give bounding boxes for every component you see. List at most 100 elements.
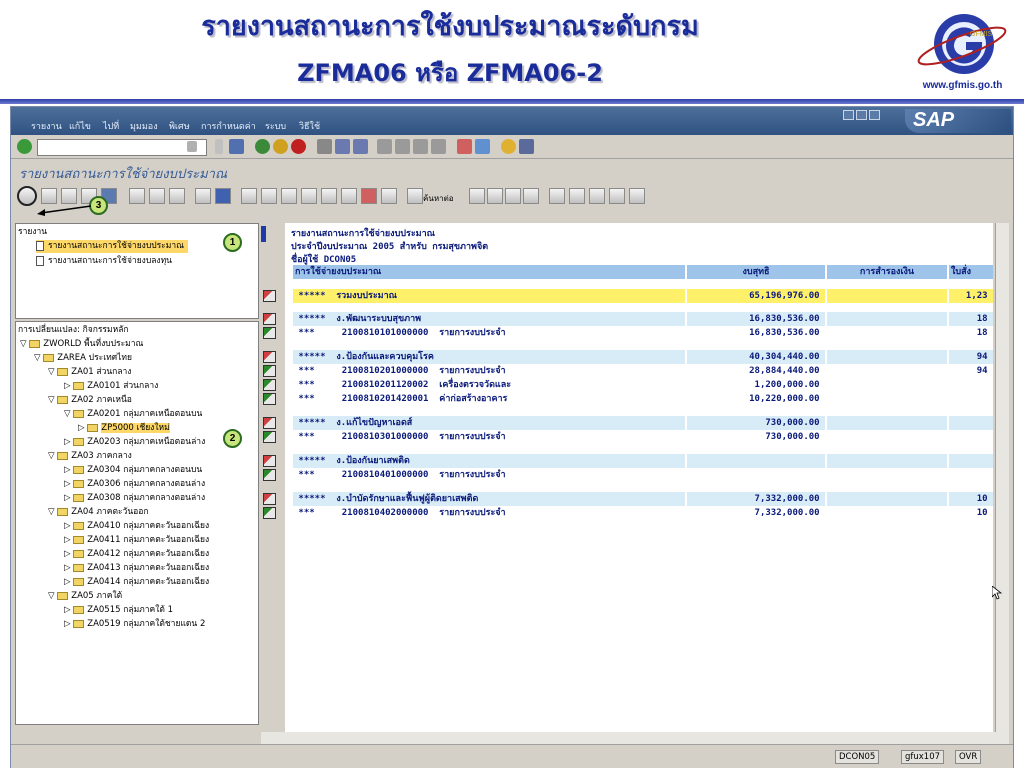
- menu-report[interactable]: รายงาน: [31, 119, 62, 133]
- menu-settings[interactable]: การกำหนดค่า: [201, 119, 256, 133]
- row-label[interactable]: *** 2100810201120002 เครื่องตรวจวัดและ: [293, 378, 685, 392]
- maximize-icon[interactable]: [856, 110, 867, 120]
- tree-node[interactable]: ▽ ZA04 ภาคตะวันออก: [48, 506, 149, 519]
- row-label[interactable]: *** 2100810201000000 รายการงบประจำ: [293, 364, 685, 378]
- graphic-icon[interactable]: [169, 188, 185, 204]
- back-arrow-icon[interactable]: [215, 139, 223, 154]
- tree-scrollbar[interactable]: [15, 729, 259, 741]
- first-page-icon[interactable]: [377, 139, 392, 154]
- node-expand-icon[interactable]: [629, 188, 645, 204]
- tree-icon[interactable]: [589, 188, 605, 204]
- shortcut-icon[interactable]: [475, 139, 490, 154]
- tree-node[interactable]: ▽ ZA03 ภาคกลาง: [48, 450, 132, 463]
- history-icon[interactable]: [187, 141, 197, 152]
- tree-node[interactable]: ▷ ZA0519 กลุ่มภาคใต้ชายแดน 2: [64, 618, 205, 631]
- drilldown-group-icon[interactable]: [263, 417, 276, 429]
- hierarchy-icon[interactable]: [549, 188, 565, 204]
- drilldown-item-icon[interactable]: [263, 327, 276, 339]
- details-icon[interactable]: [41, 188, 57, 204]
- last-page-icon[interactable]: [431, 139, 446, 154]
- tree-node[interactable]: ▷ ZA0515 กลุ่มภาคใต้ 1: [64, 604, 173, 617]
- drilldown-item-icon[interactable]: [263, 431, 276, 443]
- tree-node[interactable]: ▽ ZAREA ประเทศไทย: [34, 352, 132, 365]
- menu-help[interactable]: วิธีใช้: [299, 119, 320, 133]
- print-report-icon[interactable]: [321, 188, 337, 204]
- menu-goto[interactable]: ไปที่: [103, 119, 119, 133]
- back-icon[interactable]: [255, 139, 270, 154]
- sort-icon[interactable]: [61, 188, 77, 204]
- tree-node[interactable]: ▷ ZA0203 กลุ่มภาคเหนือตอนล่าง: [64, 436, 205, 449]
- drilldown-icon[interactable]: [195, 188, 211, 204]
- row-label[interactable]: ***** ง.ป้องกันยาเสพติด: [293, 454, 685, 468]
- next-icon[interactable]: [505, 188, 521, 204]
- row-label[interactable]: ***** ง.แก้ไขปัญหาเอดส์: [293, 416, 685, 430]
- drilldown-group-icon[interactable]: [263, 313, 276, 325]
- drilldown-item-icon[interactable]: [263, 379, 276, 391]
- print-icon[interactable]: [317, 139, 332, 154]
- find-icon[interactable]: [335, 139, 350, 154]
- tree-node-selected[interactable]: ▷ ZP5000 เชียงใหม่: [78, 422, 170, 435]
- row-label[interactable]: ***** รวมงบประมาณ: [293, 289, 685, 303]
- export-icon[interactable]: [341, 188, 357, 204]
- structure-icon[interactable]: [569, 188, 585, 204]
- tree-node[interactable]: ▽ ZA0201 กลุ่มภาคเหนือตอนบน: [64, 408, 202, 421]
- row-label[interactable]: *** 2100810101000000 รายการงบประจำ: [293, 326, 685, 340]
- report-item-budget[interactable]: รายงานสถานะการใช้จ่ายงบประมาณ: [36, 240, 189, 253]
- tree-node[interactable]: ▷ ZA0308 กลุ่มภาคกลางตอนล่าง: [64, 492, 205, 505]
- tree-node[interactable]: ▷ ZA0414 กลุ่มภาคตะวันออกเฉียง: [64, 576, 209, 589]
- row-label[interactable]: *** 2100810201420001 ค่าก่อสร้างอาคาร: [293, 392, 685, 406]
- mode-field[interactable]: OVR: [955, 750, 982, 764]
- row-label[interactable]: *** 2100810401000000 รายการงบประจำ: [293, 468, 685, 482]
- tree-node[interactable]: ▽ ZA02 ภาคเหนือ: [48, 394, 132, 407]
- column-header[interactable]: ใบสั่ง: [949, 265, 993, 279]
- column-header[interactable]: งบสุทธิ: [687, 265, 825, 279]
- tree-node[interactable]: ▷ ZA0412 กลุ่มภาคตะวันออกเฉียง: [64, 548, 209, 561]
- copy-icon[interactable]: [129, 188, 145, 204]
- help-icon[interactable]: [501, 139, 516, 154]
- prev-page-icon[interactable]: [395, 139, 410, 154]
- navigation-toggle-icon[interactable]: [17, 186, 37, 206]
- drilldown-item-icon[interactable]: [263, 507, 276, 519]
- tree-node[interactable]: ▽ ZWORLD พื้นที่งบประมาณ: [20, 338, 143, 351]
- minimize-icon[interactable]: [843, 110, 854, 120]
- filter-icon[interactable]: [381, 188, 397, 204]
- drilldown-group-icon[interactable]: [263, 455, 276, 467]
- save-icon[interactable]: [229, 139, 244, 154]
- close-icon[interactable]: [869, 110, 880, 120]
- columns-icon[interactable]: [215, 188, 231, 204]
- last-icon[interactable]: [523, 188, 539, 204]
- tree-node[interactable]: ▷ ZA0101 ส่วนกลาง: [64, 380, 158, 393]
- chart-icon[interactable]: [149, 188, 165, 204]
- level-icon[interactable]: [281, 188, 297, 204]
- next-page-icon[interactable]: [413, 139, 428, 154]
- vertical-scrollbar[interactable]: [995, 223, 1009, 733]
- column-header[interactable]: การใช้จ่ายงบประมาณ: [293, 265, 685, 279]
- mail-icon[interactable]: [361, 188, 377, 204]
- row-label[interactable]: *** 2100810301000000 รายการงบประจำ: [293, 430, 685, 444]
- find-doc-icon[interactable]: [407, 188, 423, 204]
- expand-icon[interactable]: [241, 188, 257, 204]
- column-header[interactable]: การสำรองเงิน: [827, 265, 947, 279]
- command-field[interactable]: [37, 139, 207, 156]
- menu-extras[interactable]: พิเศษ: [169, 119, 190, 133]
- row-label[interactable]: ***** ง.ป้องกันและควบคุมโรค: [293, 350, 685, 364]
- report-item-investment[interactable]: รายงานสถานะการใช้จ่ายงบลงทุน: [36, 255, 172, 268]
- layout-icon[interactable]: [519, 139, 534, 154]
- cancel-icon[interactable]: [291, 139, 306, 154]
- drilldown-group-icon[interactable]: [263, 290, 276, 302]
- tree-node[interactable]: ▽ ZA01 ส่วนกลาง: [48, 366, 131, 379]
- row-label[interactable]: ***** ง.พัฒนาระบบสุขภาพ: [293, 312, 685, 326]
- menu-view[interactable]: มุมมอง: [130, 119, 158, 133]
- collapse-icon[interactable]: [261, 188, 277, 204]
- node-icon[interactable]: [609, 188, 625, 204]
- tree-node[interactable]: ▷ ZA0306 กลุ่มภาคกลางตอนล่าง: [64, 478, 205, 491]
- menu-edit[interactable]: แก้ไข: [69, 119, 91, 133]
- drilldown-item-icon[interactable]: [263, 469, 276, 481]
- enter-icon[interactable]: [17, 139, 32, 154]
- tree-node[interactable]: ▽ ZA05 ภาคใต้: [48, 590, 122, 603]
- currency-icon[interactable]: [301, 188, 317, 204]
- exit-icon[interactable]: [273, 139, 288, 154]
- tree-node[interactable]: ▷ ZA0410 กลุ่มภาคตะวันออกเฉียง: [64, 520, 209, 533]
- drilldown-item-icon[interactable]: [263, 365, 276, 377]
- find-next-icon[interactable]: [353, 139, 368, 154]
